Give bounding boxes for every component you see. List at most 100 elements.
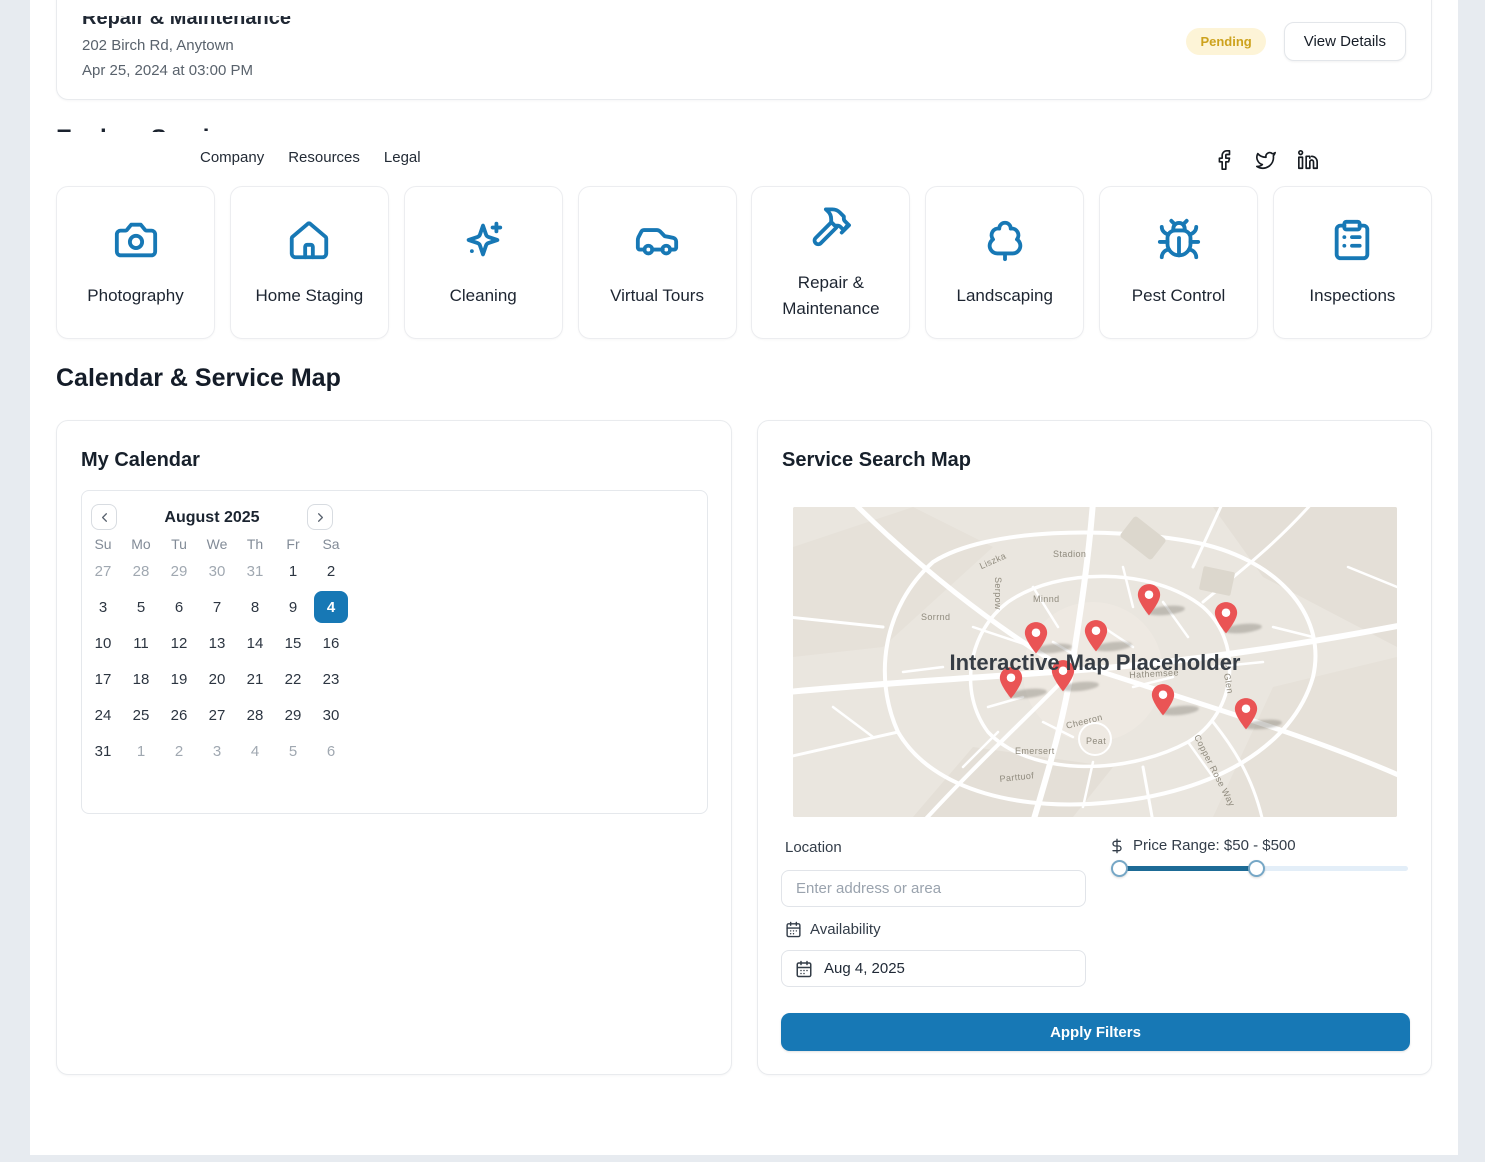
slider-active-track: [1119, 866, 1256, 871]
calendar-day-28[interactable]: 28: [122, 553, 160, 589]
availability-date-button[interactable]: Aug 4, 2025: [781, 950, 1086, 987]
calendar-day-7[interactable]: 7: [198, 589, 236, 625]
calendar-day-25[interactable]: 25: [122, 697, 160, 733]
calendar-weekday-row: SuMoTuWeThFrSa: [84, 535, 350, 553]
calendar-day-12[interactable]: 12: [160, 625, 198, 661]
map-pin[interactable]: [1150, 683, 1176, 717]
map-pin[interactable]: [1136, 583, 1162, 617]
calendar-day-21[interactable]: 21: [236, 661, 274, 697]
calendar-day-31[interactable]: 31: [84, 733, 122, 769]
map-pin-icon: [1136, 583, 1162, 617]
calendar-day-1[interactable]: 1: [122, 733, 160, 769]
calendar-day-8[interactable]: 8: [236, 589, 274, 625]
footer-link-legal[interactable]: Legal: [384, 149, 421, 166]
map-pin-icon: [1083, 619, 1109, 653]
map-street-label: Sorrnd: [921, 612, 950, 622]
map-pin[interactable]: [1233, 697, 1259, 731]
calendar-day-17[interactable]: 17: [84, 661, 122, 697]
apply-filters-button[interactable]: Apply Filters: [781, 1013, 1410, 1051]
chevron-left-icon: [97, 510, 112, 525]
calendar-day-5[interactable]: 5: [122, 589, 160, 625]
calendar-grid: 2728293031123567894101112131415161718192…: [84, 553, 350, 769]
calendar-month-label: August 2025: [117, 509, 307, 527]
calendar-day-2[interactable]: 2: [160, 733, 198, 769]
weekday-label: Fr: [274, 535, 312, 553]
calendar-day-3[interactable]: 3: [84, 589, 122, 625]
service-card-label: Photography: [78, 283, 192, 309]
calendar-day-19[interactable]: 19: [160, 661, 198, 697]
calendar-day-22[interactable]: 22: [274, 661, 312, 697]
twitter-icon: [1255, 149, 1277, 171]
calendar-day-9[interactable]: 9: [274, 589, 312, 625]
map-pin-icon: [1233, 697, 1259, 731]
service-card-repair-maintenance[interactable]: Repair & Maintenance: [751, 186, 910, 339]
map-street-label: Minnd: [1033, 594, 1060, 604]
calendar-day-3[interactable]: 3: [198, 733, 236, 769]
service-card-label: Virtual Tours: [601, 283, 713, 309]
calendar-day-30[interactable]: 30: [198, 553, 236, 589]
calendar-day-18[interactable]: 18: [122, 661, 160, 697]
calendar-day-13[interactable]: 13: [198, 625, 236, 661]
availability-date-value: Aug 4, 2025: [824, 960, 905, 977]
calendar-day-23[interactable]: 23: [312, 661, 350, 697]
calendar-day-2[interactable]: 2: [312, 553, 350, 589]
calendar-day-29[interactable]: 29: [274, 697, 312, 733]
facebook-link[interactable]: [1212, 148, 1236, 172]
view-details-button[interactable]: View Details: [1284, 22, 1406, 61]
map-pin[interactable]: [1083, 619, 1109, 653]
slider-min-thumb[interactable]: [1111, 860, 1128, 877]
calendar-day-11[interactable]: 11: [122, 625, 160, 661]
calendar-day-10[interactable]: 10: [84, 625, 122, 661]
calendar-day-4-selected[interactable]: 4: [312, 589, 350, 625]
slider-max-thumb[interactable]: [1248, 860, 1265, 877]
weekday-label: Mo: [122, 535, 160, 553]
service-card-home-staging[interactable]: Home Staging: [230, 186, 389, 339]
linkedin-link[interactable]: [1296, 148, 1320, 172]
calendar-day-6[interactable]: 6: [312, 733, 350, 769]
sparkles-icon: [460, 217, 506, 263]
calendar-day-24[interactable]: 24: [84, 697, 122, 733]
interactive-map[interactable]: Interactive Map Placeholder LiszkaSerpow…: [793, 507, 1397, 817]
twitter-link[interactable]: [1254, 148, 1278, 172]
calendar-day-4[interactable]: 4: [236, 733, 274, 769]
service-card-pest-control[interactable]: Pest Control: [1099, 186, 1258, 339]
calendar-day-16[interactable]: 16: [312, 625, 350, 661]
calendar-day-27[interactable]: 27: [198, 697, 236, 733]
calendar-widget: August 2025 SuMoTuWeThFrSa 2728293031123…: [81, 490, 708, 814]
service-card-cleaning[interactable]: Cleaning: [404, 186, 563, 339]
calendar-day-27[interactable]: 27: [84, 553, 122, 589]
weekday-label: We: [198, 535, 236, 553]
map-street-label: Serpow: [993, 577, 1003, 610]
calendar-prev-button[interactable]: [91, 504, 117, 530]
map-pin[interactable]: [1213, 601, 1239, 635]
calendar-day-26[interactable]: 26: [160, 697, 198, 733]
calendar-day-31[interactable]: 31: [236, 553, 274, 589]
footer-link-company[interactable]: Company: [200, 149, 264, 166]
calendar-day-28[interactable]: 28: [236, 697, 274, 733]
service-card-photography[interactable]: Photography: [56, 186, 215, 339]
main-content: Repair & Maintenance 202 Birch Rd, Anyto…: [30, 0, 1458, 1155]
footer-link-resources[interactable]: Resources: [288, 149, 360, 166]
weekday-label: Th: [236, 535, 274, 553]
calendar-day-14[interactable]: 14: [236, 625, 274, 661]
calendar-day-30[interactable]: 30: [312, 697, 350, 733]
footer-nav: Company Resources Legal: [200, 149, 421, 166]
calendar-day-15[interactable]: 15: [274, 625, 312, 661]
calendar-day-20[interactable]: 20: [198, 661, 236, 697]
weekday-label: Su: [84, 535, 122, 553]
calendar-day-29[interactable]: 29: [160, 553, 198, 589]
price-range-slider[interactable]: [1111, 866, 1408, 871]
calendar-day-1[interactable]: 1: [274, 553, 312, 589]
calendar-day-6[interactable]: 6: [160, 589, 198, 625]
service-card-virtual-tours[interactable]: Virtual Tours: [578, 186, 737, 339]
location-input[interactable]: [781, 870, 1086, 907]
service-card-landscaping[interactable]: Landscaping: [925, 186, 1084, 339]
map-pin-icon: [1150, 683, 1176, 717]
price-range-label: Price Range: $50 - $500: [1109, 837, 1296, 854]
page-title: Calendar & Service Map: [56, 364, 341, 393]
calendar-day-5[interactable]: 5: [274, 733, 312, 769]
map-street-label: Peat: [1086, 736, 1106, 746]
calendar-next-button[interactable]: [307, 504, 333, 530]
service-card-inspections[interactable]: Inspections: [1273, 186, 1432, 339]
clipboard-icon: [1329, 217, 1375, 263]
